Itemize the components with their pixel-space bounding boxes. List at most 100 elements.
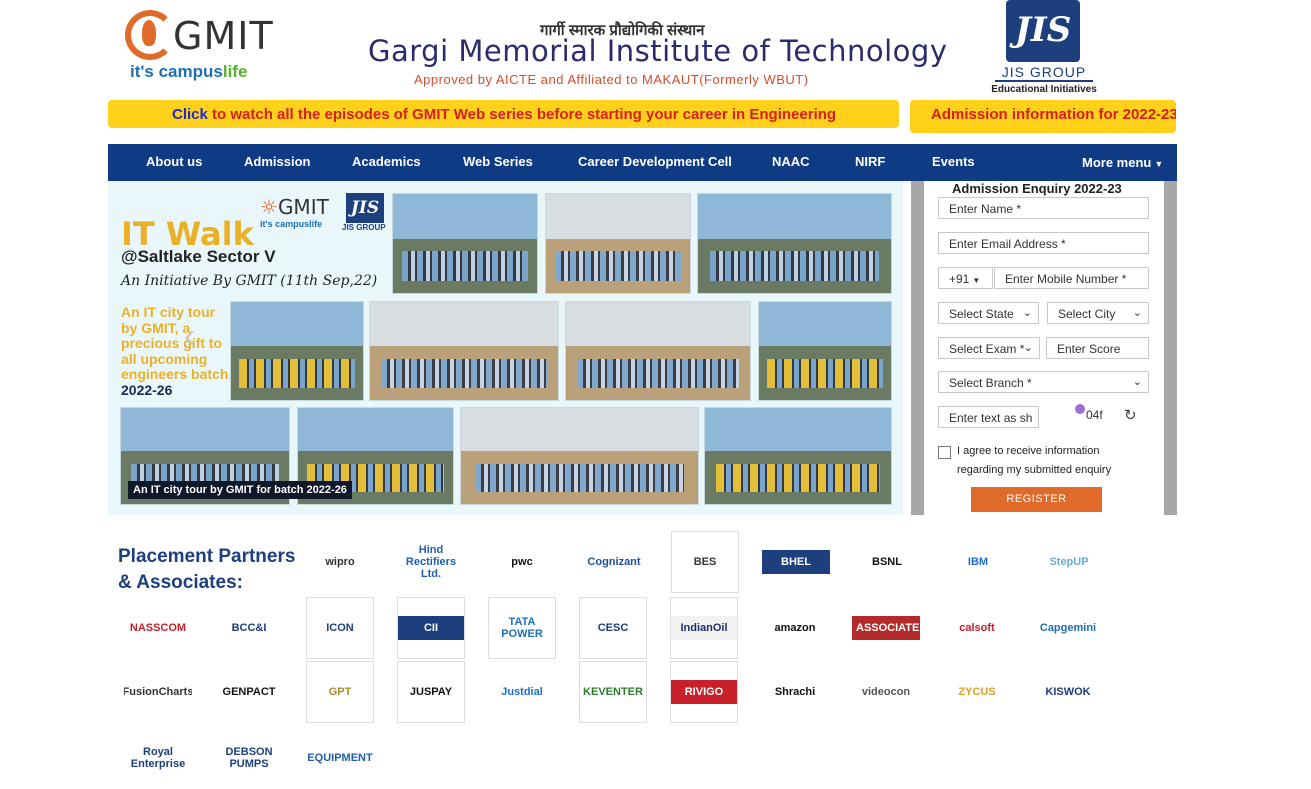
partner-logo[interactable]: GPT: [306, 661, 374, 723]
partner-logo[interactable]: ICON: [306, 597, 374, 659]
chevron-down-icon: ⌄: [1132, 376, 1142, 388]
slider-prev-arrow[interactable]: ‹: [184, 317, 195, 356]
partner-logo[interactable]: RIVIGO: [670, 661, 738, 723]
partner-logo-label: IBM: [967, 556, 989, 568]
partner-logo-label: KISWOK: [1045, 686, 1091, 698]
partner-logo-label: ZYCUS: [958, 686, 996, 698]
partner-logo-label: Capgemini: [1039, 622, 1097, 634]
partner-logo[interactable]: calsoft: [943, 597, 1011, 659]
mobile-field[interactable]: Enter Mobile Number *: [994, 267, 1149, 289]
refresh-captcha-icon[interactable]: ↻: [1124, 406, 1137, 424]
banner-location: @Saltlake Sector V: [121, 247, 276, 266]
partner-logo[interactable]: pwc: [488, 531, 556, 593]
partner-logo-label: videocon: [861, 686, 911, 698]
country-code-select[interactable]: +91 ▼: [938, 267, 993, 289]
partner-logo-label: EQUIPMENT: [307, 752, 373, 764]
partner-logo[interactable]: StepUP: [1035, 531, 1103, 593]
chevron-down-icon: ⌄: [1132, 307, 1142, 319]
partner-logo[interactable]: amazon: [761, 597, 829, 659]
partner-logo[interactable]: Hind Rectifiers Ltd.: [397, 531, 465, 593]
state-select[interactable]: Select State ⌄: [938, 302, 1039, 324]
agree-checkbox[interactable]: [938, 446, 951, 459]
slide-caption: An IT city tour by GMIT for batch 2022-2…: [128, 481, 352, 499]
banner-gmit-logo: ☼GMIT: [260, 195, 329, 219]
partner-logo-label: DEBSON PUMPS: [225, 746, 273, 770]
web-series-ticker[interactable]: Click to watch all the episodes of GMIT …: [108, 100, 899, 128]
partner-logo-label: ICON: [326, 622, 354, 634]
institute-title: Gargi Memorial Institute of Technology: [368, 34, 948, 68]
partner-logo[interactable]: BHEL: [762, 531, 830, 593]
partner-logo[interactable]: ZYCUS: [943, 661, 1011, 723]
partner-logo[interactable]: EQUIPMENT: [306, 727, 374, 789]
partner-logo[interactable]: videocon: [852, 661, 920, 723]
partner-logo[interactable]: IndianOil: [670, 597, 738, 659]
partner-logo[interactable]: GENPACT: [215, 661, 283, 723]
partner-logo-label: Cognizant: [587, 556, 641, 568]
partner-logo[interactable]: BES: [671, 531, 739, 593]
jis-group-name: JIS GROUP: [995, 64, 1093, 82]
nav-events[interactable]: Events: [932, 154, 975, 169]
partner-logo[interactable]: CESC: [579, 597, 647, 659]
partner-logo[interactable]: TATA POWER: [488, 597, 556, 659]
banner-photo: [697, 193, 892, 294]
nav-about-us[interactable]: About us: [146, 154, 202, 169]
captcha-noise-icon: [1075, 404, 1085, 414]
nav-career-development-cell[interactable]: Career Development Cell: [578, 154, 732, 169]
partner-logo[interactable]: FusionCharts: [124, 661, 192, 723]
partner-logo-label: KEVENTER: [583, 686, 643, 698]
branch-select[interactable]: Select Branch * ⌄: [938, 371, 1149, 393]
jis-logo[interactable]: JIS JIS GROUP Educational Initiatives: [991, 0, 1097, 96]
form-title: Admission Enquiry 2022-23: [952, 181, 1122, 196]
exam-select[interactable]: Select Exam * ⌄: [938, 337, 1040, 359]
city-select[interactable]: Select City ⌄: [1047, 302, 1149, 324]
partner-logo[interactable]: IBM: [944, 531, 1012, 593]
partner-logo[interactable]: Shrachi: [761, 661, 829, 723]
partner-logo[interactable]: NASSCOM: [124, 597, 192, 659]
captcha-image: 04f: [1075, 404, 1115, 426]
captcha-input[interactable]: Enter text as sh: [938, 406, 1039, 428]
email-field[interactable]: Enter Email Address *: [938, 232, 1149, 254]
nav-nirf[interactable]: NIRF: [855, 154, 885, 169]
nav-web-series[interactable]: Web Series: [463, 154, 533, 169]
chevron-down-icon: ⌄: [1022, 307, 1032, 319]
partner-logo[interactable]: BSNL: [853, 531, 921, 593]
nav-admission[interactable]: Admission: [244, 154, 310, 169]
gmit-logo[interactable]: GMIT it's campuslife: [125, 8, 275, 86]
partners-title: Placement Partners & Associates:: [118, 546, 296, 593]
gmit-wordmark: GMIT: [173, 14, 274, 58]
nav-academics[interactable]: Academics: [352, 154, 421, 169]
partner-logo[interactable]: Justdial: [488, 661, 556, 723]
partner-logo[interactable]: JUSPAY: [397, 661, 465, 723]
partner-logo[interactable]: Royal Enterprise: [124, 727, 192, 789]
it-walk-banner[interactable]: ☼GMIT it's campuslife JIS JIS GROUP IT W…: [108, 181, 903, 515]
admission-ticker[interactable]: Admission information for 2022-23: [910, 100, 1176, 133]
partner-logo[interactable]: Capgemini: [1034, 597, 1102, 659]
partner-logo[interactable]: wipro: [306, 531, 374, 593]
partner-logo[interactable]: DEBSON PUMPS: [215, 727, 283, 789]
partner-logo[interactable]: KISWOK: [1034, 661, 1102, 723]
partner-logo[interactable]: Cognizant: [580, 531, 648, 593]
banner-jis-logo: JIS: [346, 193, 384, 223]
banner-photo: [230, 301, 364, 401]
form-scrollbar[interactable]: [1164, 181, 1177, 515]
partner-logo[interactable]: CII: [397, 597, 465, 659]
partner-logo-label: calsoft: [959, 622, 995, 634]
banner-description: An IT city tour by GMIT, a precious gift…: [121, 304, 229, 398]
banner-photo: [545, 193, 691, 294]
partner-logo-label: Shrachi: [774, 686, 816, 698]
partner-logo[interactable]: BCC&I: [215, 597, 283, 659]
partner-logo-label: Justdial: [501, 686, 543, 698]
partner-logo-label: FusionCharts: [124, 686, 192, 698]
nav-more-menu[interactable]: More menu ▼: [1082, 155, 1163, 170]
partner-logo[interactable]: ASSOCIATED: [852, 597, 920, 659]
partner-logo-label: Hind Rectifiers Ltd.: [405, 544, 457, 580]
partner-logo-label: GPT: [328, 686, 352, 698]
register-button[interactable]: REGISTER: [971, 487, 1102, 512]
score-field[interactable]: Enter Score: [1046, 337, 1149, 359]
nav-naac[interactable]: NAAC: [772, 154, 810, 169]
partner-logo[interactable]: KEVENTER: [579, 661, 647, 723]
name-field[interactable]: Enter Name *: [938, 197, 1149, 219]
click-link[interactable]: Click: [172, 106, 208, 123]
partner-logo-label: pwc: [511, 556, 533, 568]
gmit-tagline: it's campuslife: [130, 62, 248, 81]
